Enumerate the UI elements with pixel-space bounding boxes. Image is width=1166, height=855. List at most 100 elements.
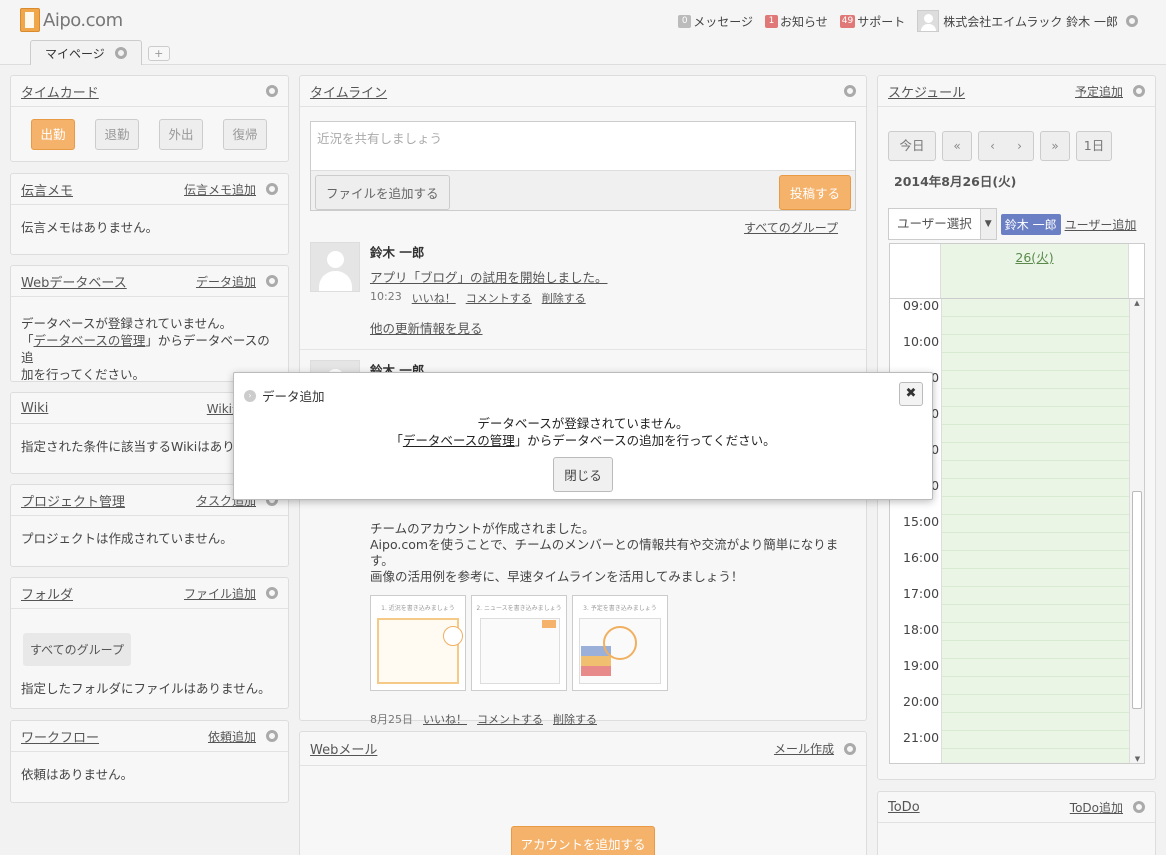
return-button[interactable]: 復帰 [223,119,267,150]
user-select-dropdown[interactable]: ユーザー選択 ▼ [888,208,997,240]
memo-title[interactable]: 伝言メモ [21,180,73,199]
time-slot-label: 21:00 [903,730,940,745]
like-link[interactable]: いいね！ [412,290,456,306]
schedule-add-link[interactable]: 予定追加 [1075,83,1123,100]
all-groups-button[interactable]: すべてのグループ [23,633,131,666]
add-tab-button[interactable]: + [147,46,170,61]
gear-icon[interactable] [844,85,856,97]
selected-user-chip[interactable]: 鈴木 一郎 [1000,213,1061,235]
folder-title[interactable]: フォルダ [21,584,73,603]
more-updates-link[interactable]: 他の更新情報を見る [370,318,608,337]
gear-icon[interactable] [114,47,127,59]
chevron-right-icon[interactable]: › [1017,132,1022,160]
guide-image-thumbnail[interactable]: 3. 予定を書き込みましょう [572,595,668,691]
dialog-arrow-icon: › [244,389,256,402]
gear-icon[interactable] [844,742,856,755]
delete-link[interactable]: 削除する [542,290,586,306]
guide-image-thumbnail[interactable]: 2. ニュースを書き込みましょう [471,595,567,691]
webdb-add-link[interactable]: データ追加 [196,273,256,290]
gear-icon[interactable] [1133,85,1145,97]
messages-link[interactable]: 0 メッセージ [678,13,753,30]
time-slot-label: 20:00 [903,694,940,709]
timecard-title[interactable]: タイムカード [21,82,99,101]
memo-add-link[interactable]: 伝言メモ追加 [184,181,256,198]
user-menu[interactable]: 株式会社エイムラック 鈴木 一郎 [917,10,1138,32]
gear-icon[interactable] [266,587,278,599]
scroll-up-icon[interactable]: ▲ [1130,299,1144,307]
webdb-title[interactable]: Webデータベース [21,272,127,291]
gear-icon[interactable] [266,275,278,287]
project-title[interactable]: プロジェクト管理 [21,491,125,510]
scroll-down-icon[interactable]: ▼ [1130,755,1144,763]
user-add-link[interactable]: ユーザー追加 [1065,216,1137,233]
next-week-button[interactable]: » [1040,131,1070,161]
group-filter-link[interactable]: すべてのグループ [744,221,838,235]
dialog-line1: データベースが登録されていません。 [477,416,689,431]
database-manage-link[interactable]: データベースの管理 [403,433,515,448]
post-body-link[interactable]: アプリ「ブログ」の試用を開始しました。 [370,267,608,286]
project-empty-text: プロジェクトは作成されていません。 [21,531,233,546]
clock-in-button[interactable]: 出勤 [31,119,75,150]
schedule-title[interactable]: スケジュール [888,82,965,101]
double-right-icon: » [1051,139,1059,153]
post-line2: Aipo.comを使うことで、チームのメンバーとの情報共有や交流がより簡単になり… [370,537,839,568]
logo[interactable]: Aipo.com [20,8,123,32]
logo-text: Aipo.com [43,9,123,31]
gear-icon[interactable] [266,85,278,97]
app-header: Aipo.com 0 メッセージ 1 お知らせ 49 サポート 株式会社エイムラック … [0,0,1166,65]
gear-icon[interactable] [1126,15,1138,27]
notice-link[interactable]: 1 お知らせ [764,13,828,30]
webdb-manage-link[interactable]: データベースの管理 [34,333,146,348]
prev-next-day-buttons[interactable]: ‹ › [978,131,1034,161]
day-header-link[interactable]: 26(火) [1015,250,1053,265]
support-link[interactable]: 49 サポート [839,13,905,30]
request-add-link[interactable]: 依頼追加 [208,728,256,745]
comment-link[interactable]: コメントする [466,290,532,306]
post-author[interactable]: 鈴木 一郎 [370,242,608,261]
double-left-icon: « [953,139,961,153]
gear-icon[interactable] [1133,801,1145,813]
close-icon[interactable]: ✖ [899,382,923,406]
close-button[interactable]: 閉じる [553,457,613,492]
post-time: 10:23 [370,290,402,303]
one-day-view-button[interactable]: 1日 [1076,131,1112,161]
scrollbar-thumb[interactable] [1132,491,1142,709]
today-button[interactable]: 今日 [888,131,936,161]
chevron-left-icon[interactable]: ‹ [990,132,995,160]
add-file-button[interactable]: ファイルを追加する [315,175,450,210]
post-button[interactable]: 投稿する [778,175,851,210]
tab-mypage-label: マイページ [45,46,105,61]
mail-compose-link[interactable]: メール作成 [774,740,834,757]
todo-portlet: ToDo ToDo追加 [877,791,1156,855]
gear-icon[interactable] [266,183,278,195]
gear-icon[interactable] [266,730,278,742]
dialog-line2-post: 」からデータベースの追加を行ってください。 [514,433,776,448]
delete-link[interactable]: 削除する [553,711,597,727]
clock-out-button[interactable]: 退勤 [95,119,139,150]
schedule-scrollbar[interactable]: ▲ ▼ [1129,299,1144,763]
prev-week-button[interactable]: « [942,131,972,161]
timeline-input[interactable]: 近況を共有しましょう [311,122,855,153]
webmail-title[interactable]: Webメール [310,739,377,758]
tab-mypage[interactable]: マイページ [30,40,142,65]
time-slot-label: 18:00 [903,622,940,637]
thumb-caption: 3. 予定を書き込みましょう [583,605,657,612]
workflow-title[interactable]: ワークフロー [21,727,99,746]
messages-count-badge: 0 [678,14,692,28]
comment-link[interactable]: コメントする [477,711,543,727]
guide-image-thumbnail[interactable]: 1. 近況を書き込みましょう [370,595,466,691]
todo-title[interactable]: ToDo [888,800,920,815]
time-slot-label: 17:00 [903,586,940,601]
data-add-dialog: › データ追加 ✖ データベースが登録されていません。 「データベースの管理」か… [233,372,933,500]
timeline-title[interactable]: タイムライン [310,82,387,101]
post-line3: 画像の活用例を参考に、早速タイムラインを活用してみましょう！ [370,569,744,584]
todo-add-link[interactable]: ToDo追加 [1070,799,1123,816]
file-add-link[interactable]: ファイル追加 [184,585,256,602]
like-link[interactable]: いいね！ [423,711,467,727]
go-out-button[interactable]: 外出 [159,119,203,150]
wiki-title[interactable]: Wiki [21,401,48,416]
add-account-button[interactable]: アカウントを追加する [511,826,655,855]
time-slot-label: 16:00 [903,550,940,565]
author-avatar [310,242,360,292]
thumb-caption: 2. ニュースを書き込みましょう [476,605,562,612]
